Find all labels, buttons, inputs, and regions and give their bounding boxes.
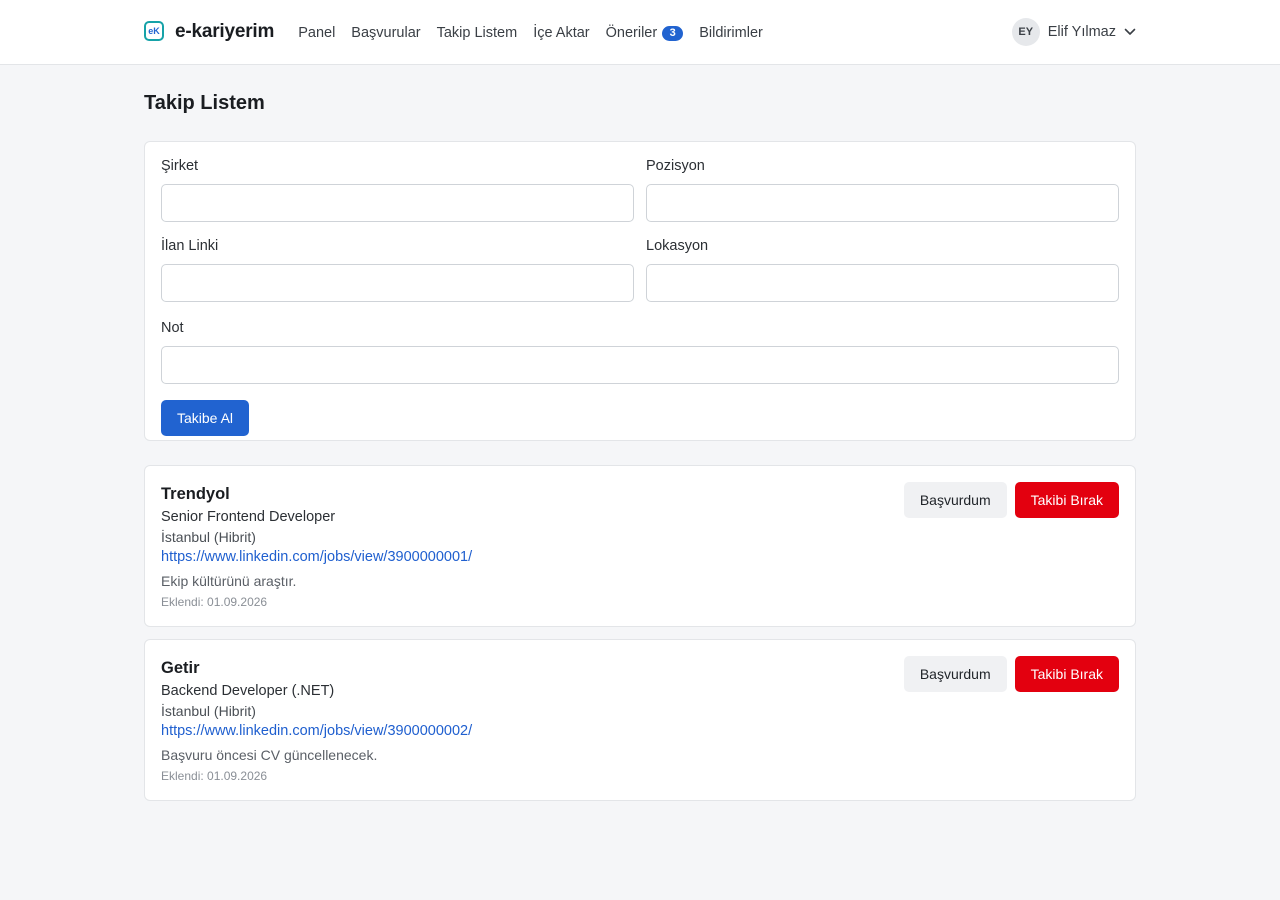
mark-applied-button[interactable]: Başvurdum	[903, 482, 1007, 518]
job-link-label: İlan Linki	[161, 238, 219, 254]
top-navbar: eK e-kariyerim Panel Başvurular Takip Li…	[0, 0, 1280, 65]
brand-name: e-kariyerim	[175, 21, 275, 42]
chevron-down-icon	[1124, 28, 1136, 35]
location-label: Lokasyon	[646, 238, 709, 254]
position-label: Pozisyon	[646, 158, 705, 174]
added-date: Eklendi: 01.09.2026	[161, 769, 268, 783]
main-nav: Panel Başvurular Takip Listem İçe Aktar …	[298, 23, 779, 41]
position-field-group: Pozisyon	[646, 158, 1119, 222]
nav-item-recommendations[interactable]: Öneriler 3	[606, 25, 684, 41]
company-input[interactable]	[161, 184, 634, 222]
position-input[interactable]	[646, 184, 1119, 222]
note-input[interactable]	[161, 346, 1119, 384]
job-link[interactable]: https://www.linkedin.com/jobs/view/39000…	[161, 723, 472, 739]
location-field-group: Lokasyon	[646, 238, 1119, 302]
nav-item-notifications[interactable]: Bildirimler	[699, 25, 763, 41]
nav-item-import[interactable]: İçe Aktar	[533, 25, 589, 41]
mark-applied-button[interactable]: Başvurdum	[903, 656, 1007, 692]
avatar: EY	[1011, 18, 1040, 46]
page-title: Takip Listem	[144, 92, 265, 114]
unfollow-button[interactable]: Takibi Bırak	[1014, 482, 1119, 518]
job-link-input[interactable]	[161, 264, 634, 302]
nav-item-watchlist[interactable]: Takip Listem	[437, 25, 518, 41]
link-field-group: İlan Linki	[161, 238, 634, 302]
page-content: Takip Listem Şirket Pozisyon İlan Linki …	[144, 65, 1136, 801]
added-date: Eklendi: 01.09.2026	[161, 595, 268, 609]
recommendations-count-badge: 3	[662, 25, 684, 41]
nav-item-panel[interactable]: Panel	[298, 25, 335, 41]
brand-logo-icon: eK	[144, 21, 164, 41]
nav-item-applications[interactable]: Başvurular	[351, 25, 420, 41]
item-actions: Başvurdum Takibi Bırak	[903, 656, 1119, 692]
add-to-watchlist-button[interactable]: Takibe Al	[161, 400, 250, 436]
location-text: İstanbul (Hibrit)	[161, 529, 256, 545]
brand[interactable]: eK e-kariyerim	[144, 21, 274, 43]
company-field-group: Şirket	[161, 158, 634, 222]
nav-item-recommendations-label: Öneriler	[605, 25, 658, 41]
unfollow-button[interactable]: Takibi Bırak	[1014, 656, 1119, 692]
note-label: Not	[161, 320, 184, 336]
add-watch-form: Şirket Pozisyon İlan Linki Lokasyon Not	[144, 141, 1136, 441]
note-text: Ekip kültürünü araştır.	[161, 573, 297, 589]
user-menu[interactable]: EY Elif Yılmaz	[1011, 18, 1136, 46]
item-actions: Başvurdum Takibi Bırak	[903, 482, 1119, 518]
job-link[interactable]: https://www.linkedin.com/jobs/view/39000…	[161, 549, 472, 565]
location-text: İstanbul (Hibrit)	[161, 703, 256, 719]
note-text: Başvuru öncesi CV güncellenecek.	[161, 747, 378, 763]
watchlist-item: Trendyol Senior Frontend Developer İstan…	[144, 465, 1136, 627]
user-name: Elif Yılmaz	[1047, 24, 1116, 40]
company-label: Şirket	[161, 158, 199, 174]
location-input[interactable]	[646, 264, 1119, 302]
note-field-group: Not	[161, 320, 1119, 384]
watchlist-item: Getir Backend Developer (.NET) İstanbul …	[144, 639, 1136, 801]
